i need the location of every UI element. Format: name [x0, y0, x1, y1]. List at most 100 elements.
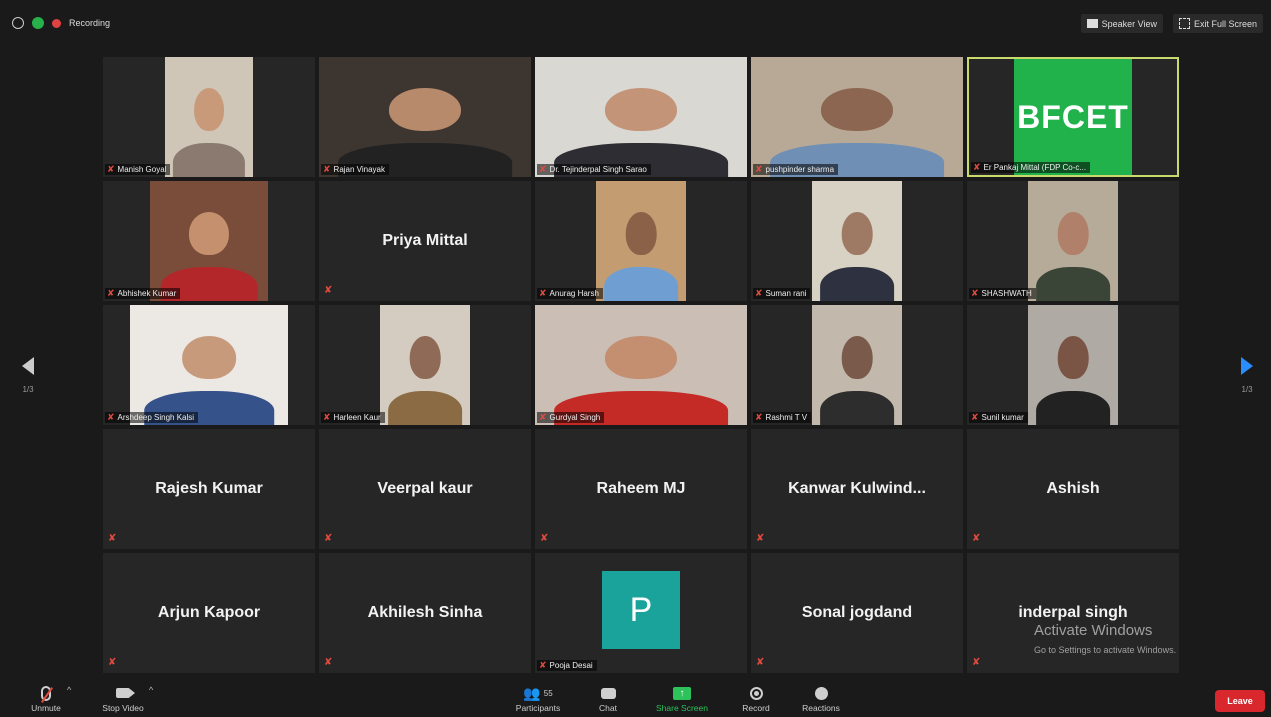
participant-name-label: Harleen Kaur: [333, 413, 381, 422]
muted-mic-icon: ✘: [756, 533, 765, 544]
participant-head: [820, 88, 894, 132]
participant-tile[interactable]: ✘ Anurag Harsh: [535, 181, 747, 301]
participant-name-tag: ✘ Dr. Tejinderpal Singh Sarao: [537, 164, 651, 175]
participant-tile[interactable]: Ashish ✘: [967, 429, 1179, 549]
audio-options-chevron-icon[interactable]: ^: [67, 685, 71, 695]
participant-head: [841, 212, 873, 256]
exit-fullscreen-button[interactable]: Exit Full Screen: [1172, 14, 1263, 33]
participant-tile[interactable]: ✘ Manish Goyal: [103, 57, 315, 177]
participant-name-tag: ✘ Gurdyal Singh: [537, 412, 605, 423]
previous-page-button[interactable]: 1/3: [22, 357, 34, 394]
leave-meeting-button[interactable]: Leave: [1215, 690, 1265, 712]
participants-button[interactable]: 👥 55 Participants: [508, 683, 568, 714]
participant-tile[interactable]: ✘ SHASHWATH: [967, 181, 1179, 301]
video-feed: [812, 305, 902, 425]
participant-head: [388, 88, 462, 132]
muted-mic-icon: ✘: [539, 660, 547, 670]
muted-mic-icon: ✘: [972, 657, 981, 668]
muted-mic-icon: ✘: [539, 412, 547, 422]
share-screen-button[interactable]: ↑ Share Screen: [648, 683, 716, 713]
participant-tile[interactable]: ✘ Suman rani: [751, 181, 963, 301]
meeting-status: Recording: [12, 17, 110, 29]
watermark-title: Activate Windows: [1034, 622, 1153, 639]
participant-name-tag: ✘ Arshdeep Singh Kalsi: [105, 412, 199, 423]
muted-mic-icon: ✘: [973, 162, 981, 172]
participant-tile[interactable]: ✘ pushpinder sharma: [751, 57, 963, 177]
participant-body: [1036, 391, 1110, 425]
reactions-button[interactable]: Reactions: [796, 683, 846, 713]
participant-name-tag: ✘ Suman rani: [753, 288, 811, 299]
participant-tile[interactable]: Akhilesh Sinha ✘: [319, 553, 531, 673]
participants-label: Participants: [515, 703, 561, 713]
participant-tile[interactable]: Veerpal kaur ✘: [319, 429, 531, 549]
muted-mic-icon: ✘: [971, 288, 979, 298]
participant-name-tag: ✘ Er Pankaj Mittal (FDP Co-c...: [971, 162, 1091, 173]
share-screen-icon: ↑: [673, 686, 691, 700]
participant-body: [820, 267, 894, 301]
participant-tile[interactable]: Sonal jogdand ✘: [751, 553, 963, 673]
participant-name-tag: ✘ Rajan Vinayak: [321, 164, 389, 175]
participant-tile[interactable]: ✘ Sunil kumar: [967, 305, 1179, 425]
speaker-view-icon: [1086, 19, 1098, 28]
participant-avatar: P: [602, 571, 680, 649]
participant-name-tag: ✘ Harleen Kaur: [321, 412, 385, 423]
page-indicator-right: 1/3: [1241, 385, 1253, 394]
muted-mic-icon: ✘: [755, 412, 763, 422]
participant-body: [820, 391, 894, 425]
muted-mic-icon: ✘: [755, 164, 763, 174]
participant-tile[interactable]: Kanwar Kulwind... ✘: [751, 429, 963, 549]
video-feed: [130, 305, 288, 425]
unmute-button[interactable]: Unmute: [26, 683, 66, 713]
participant-name-label: Suman rani: [765, 289, 807, 298]
participant-tile[interactable]: ✘ Dr. Tejinderpal Singh Sarao: [535, 57, 747, 177]
participant-display-name: Rajesh Kumar: [155, 480, 263, 497]
participant-name-label: pushpinder sharma: [765, 165, 835, 174]
participant-tile[interactable]: ✘ Gurdyal Singh: [535, 305, 747, 425]
participant-display-name: Priya Mittal: [382, 232, 468, 249]
participant-display-name: Veerpal kaur: [377, 480, 473, 497]
participant-name-label: Anurag Harsh: [549, 289, 599, 298]
security-shield-icon[interactable]: [32, 17, 44, 29]
participant-body: [1036, 267, 1110, 301]
record-button[interactable]: Record: [736, 683, 776, 713]
exit-fullscreen-icon: [1178, 18, 1190, 29]
participant-name-tag: ✘ pushpinder sharma: [753, 164, 839, 175]
participant-tile[interactable]: ✘ Abhishek Kumar: [103, 181, 315, 301]
stop-video-button[interactable]: Stop Video: [95, 683, 151, 713]
participant-head: [182, 336, 236, 380]
participant-tile[interactable]: Rajesh Kumar ✘: [103, 429, 315, 549]
participant-body: [388, 391, 462, 425]
video-camera-icon: [116, 688, 135, 698]
participant-tile[interactable]: Arjun Kapoor ✘: [103, 553, 315, 673]
participant-tile[interactable]: ✘ Harleen Kaur: [319, 305, 531, 425]
record-icon: [749, 686, 763, 700]
chat-button[interactable]: Chat: [590, 683, 626, 713]
participant-tile[interactable]: Priya Mittal ✘: [319, 181, 531, 301]
participant-tile[interactable]: inderpal singh ✘: [967, 553, 1179, 673]
participant-tile[interactable]: P ✘ Pooja Desai: [535, 553, 747, 673]
video-feed: [812, 181, 902, 301]
muted-mic-icon: ✘: [323, 164, 331, 174]
participant-tile[interactable]: Raheem MJ ✘: [535, 429, 747, 549]
speaker-view-button[interactable]: Speaker View: [1080, 14, 1163, 33]
participant-tile[interactable]: ✘ Rashmi T V: [751, 305, 963, 425]
participant-name-label: Rajan Vinayak: [333, 165, 385, 174]
page-indicator-left: 1/3: [22, 385, 34, 394]
video-feed: [1028, 181, 1118, 301]
participant-head: [1057, 336, 1089, 380]
info-icon[interactable]: [12, 17, 24, 29]
stop-video-label: Stop Video: [102, 703, 144, 713]
arrow-right-icon: [1241, 357, 1253, 375]
next-page-button[interactable]: 1/3: [1241, 357, 1253, 394]
video-options-chevron-icon[interactable]: ^: [149, 685, 153, 695]
participants-count: 55: [543, 688, 553, 698]
top-bar: Recording Speaker View Exit Full Screen: [0, 0, 1271, 52]
participant-name-label: Abhishek Kumar: [117, 289, 177, 298]
participant-tile[interactable]: BFCET ✘ Er Pankaj Mittal (FDP Co-c...: [967, 57, 1179, 177]
muted-mic-icon: ✘: [323, 412, 331, 422]
video-feed: [150, 181, 268, 301]
muted-mic-icon: ✘: [324, 285, 333, 296]
participant-tile[interactable]: ✘ Rajan Vinayak: [319, 57, 531, 177]
participant-tile[interactable]: ✘ Arshdeep Singh Kalsi: [103, 305, 315, 425]
participant-name-label: Manish Goyal: [117, 165, 167, 174]
